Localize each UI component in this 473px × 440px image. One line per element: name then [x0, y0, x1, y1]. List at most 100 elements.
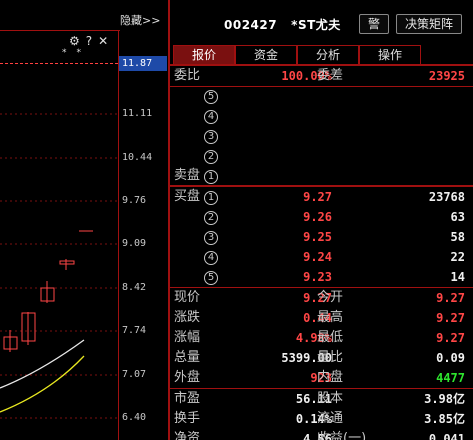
sell-level-row[interactable]: 卖盘 1: [170, 166, 473, 186]
stat-label: 外盘: [174, 370, 201, 385]
level-badge: 2: [204, 150, 218, 164]
buy-label: 买盘: [174, 189, 201, 204]
stat-row: 总量 5399.00 量比 0.09: [170, 348, 473, 368]
quote-panel: 002427 *ST尤夫 警 决策矩阵 报价 资金 分析 操作 委比 100.0…: [170, 0, 473, 440]
tab-operation[interactable]: 操作: [359, 45, 421, 65]
tab-quote[interactable]: 报价: [173, 45, 235, 65]
stat-row: 涨跌 0.44 最高 9.27: [170, 308, 473, 328]
stat-value: 3.85亿: [424, 412, 465, 426]
stat-label: 流通: [317, 411, 344, 426]
event-marker-icons[interactable]: **: [62, 48, 91, 58]
level-badge: 3: [204, 130, 218, 144]
sell-level-row[interactable]: 3: [170, 126, 473, 146]
quote-header: 002427 *ST尤夫 警 决策矩阵: [170, 12, 473, 36]
stat-row: 外盘 923 内盘 4477: [170, 368, 473, 388]
buy-level-row[interactable]: 4 9.24 22: [170, 247, 473, 267]
current-price-tag: 11.87: [119, 56, 167, 71]
stat-row: 换手 0.14% 流通 3.85亿: [170, 409, 473, 429]
gear-icon[interactable]: ⚙: [69, 34, 80, 48]
buy-volume: 23768: [428, 190, 465, 204]
stat-value: 0.041: [428, 432, 465, 440]
chart-top-border: [0, 30, 120, 31]
stat-label: 换手: [174, 411, 201, 426]
stat-label: 净资: [174, 431, 201, 440]
buy-volume: 22: [450, 250, 465, 264]
current-price-line: [0, 63, 118, 64]
stock-title: 002427 *ST尤夫: [224, 16, 341, 33]
stat-row: 净资 4.56 收益(一) 0.041: [170, 429, 473, 440]
stat-label: 涨跌: [174, 310, 201, 325]
level-badge: 4: [204, 251, 218, 265]
stat-value: 4477: [436, 371, 465, 385]
price-axis-divider: [118, 30, 119, 440]
stat-label: 总量: [174, 350, 201, 365]
buy-level-row[interactable]: 2 9.26 63: [170, 207, 473, 227]
stat-value: 3.98亿: [424, 392, 465, 406]
buy-level-row[interactable]: 5 9.23 14: [170, 267, 473, 287]
level-badge: 4: [204, 110, 218, 124]
axis-tick: 11.11: [122, 108, 153, 119]
sell-level-row[interactable]: 4: [170, 106, 473, 126]
sell-level-row[interactable]: 5: [170, 86, 473, 106]
commission-ratio-label: 委比: [174, 68, 201, 83]
stat-label: 市盈: [174, 391, 201, 406]
stock-code: 002427: [224, 18, 278, 32]
commission-diff-value: 23925: [428, 69, 465, 83]
buy-volume: 63: [450, 210, 465, 224]
buy-volume: 14: [450, 270, 465, 284]
stat-label: 现价: [174, 290, 201, 305]
stat-row: 市盈 56.11 股本 3.98亿: [170, 389, 473, 409]
stat-value: 9.27: [436, 331, 465, 345]
level-badge: 1: [204, 170, 218, 184]
quote-tabs: 报价 资金 分析 操作: [173, 45, 421, 65]
help-icon[interactable]: ?: [86, 34, 92, 48]
tab-analysis[interactable]: 分析: [297, 45, 359, 65]
buy-price: 9.23: [303, 270, 332, 284]
stat-label: 收益(一): [317, 431, 367, 440]
tab-funds[interactable]: 资金: [235, 45, 297, 65]
stat-value: 0.09: [436, 351, 465, 365]
level-badge: 5: [204, 271, 218, 285]
candle-body: [59, 260, 75, 265]
stat-label: 量比: [317, 350, 344, 365]
stat-label: 涨幅: [174, 330, 201, 345]
buy-price: 9.24: [303, 250, 332, 264]
axis-tick: 8.42: [122, 282, 147, 293]
level-badge: 1: [204, 191, 218, 205]
commission-row: 委比 100.00% 委差 23925: [170, 66, 473, 86]
kline-chart-pane[interactable]: 隐藏>> ⚙ ? ✕ ** 11.87 11.11 10.44 9.76 9.0…: [0, 0, 170, 440]
stat-row: 涨幅 4.98% 最低 9.27: [170, 328, 473, 348]
stock-name: *ST尤夫: [291, 18, 341, 32]
axis-tick: 9.09: [122, 238, 147, 249]
buy-volume: 58: [450, 230, 465, 244]
chart-toolbar: ⚙ ? ✕: [69, 34, 108, 48]
buy-price: 9.25: [303, 230, 332, 244]
close-icon[interactable]: ✕: [98, 34, 108, 48]
axis-tick: 7.74: [122, 325, 147, 336]
alert-button[interactable]: 警: [359, 14, 389, 34]
stat-label: 内盘: [317, 370, 344, 385]
stat-label: 今开: [317, 290, 344, 305]
sell-level-row[interactable]: 2: [170, 146, 473, 166]
axis-tick: 7.07: [122, 369, 147, 380]
hide-panel-toggle[interactable]: 隐藏>>: [120, 12, 160, 28]
level-badge: 5: [204, 90, 218, 104]
ma-line-white: [0, 339, 85, 389]
axis-tick: 6.40: [122, 412, 147, 423]
stat-label: 最高: [317, 310, 344, 325]
level-badge: 2: [204, 211, 218, 225]
ma-line-yellow: [0, 355, 85, 413]
stat-value: 9.27: [436, 291, 465, 305]
sell-label: 卖盘: [174, 168, 201, 183]
buy-level-row[interactable]: 3 9.25 58: [170, 227, 473, 247]
decision-matrix-button[interactable]: 决策矩阵: [396, 14, 462, 34]
buy-level-row[interactable]: 买盘 1 9.27 23768: [170, 187, 473, 207]
stat-label: 最低: [317, 330, 344, 345]
level-badge: 3: [204, 231, 218, 245]
stat-value: 9.27: [436, 311, 465, 325]
stat-row: 现价 9.27 今开 9.27: [170, 288, 473, 308]
commission-diff-label: 委差: [317, 68, 344, 83]
buy-price: 9.27: [303, 190, 332, 204]
axis-tick: 10.44: [122, 152, 153, 163]
stat-label: 股本: [317, 391, 344, 406]
